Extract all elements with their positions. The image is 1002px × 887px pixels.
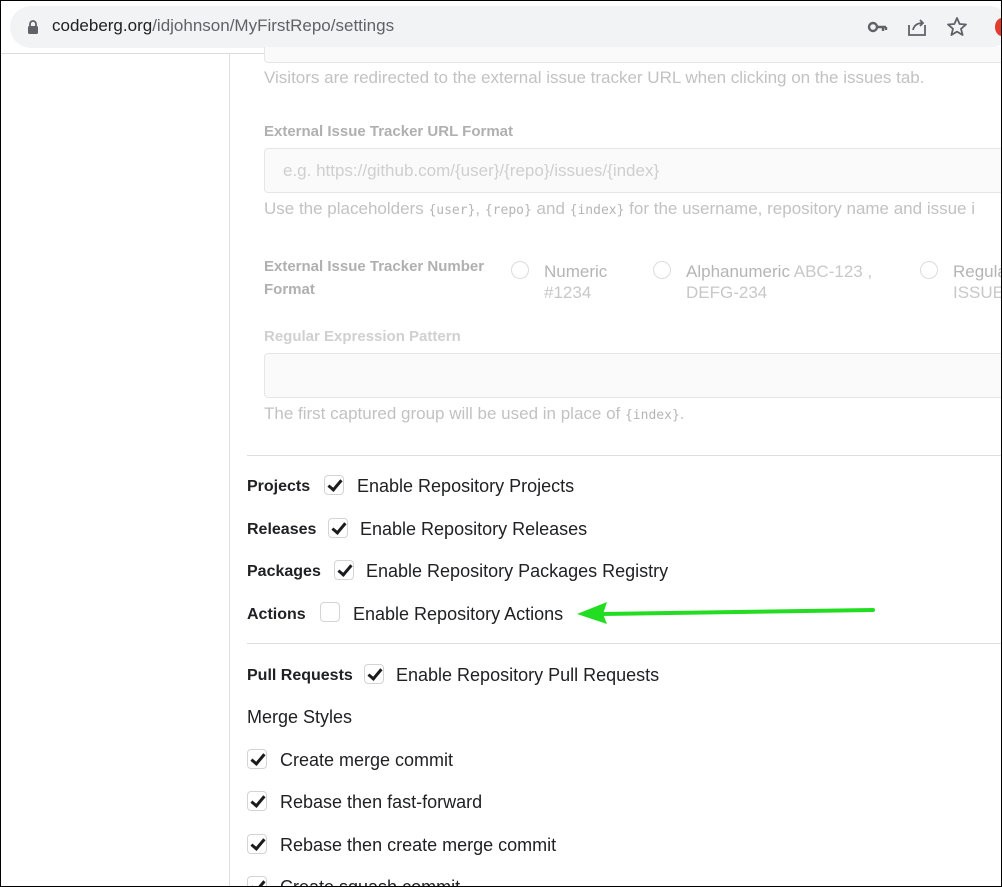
annotation-arrow: [577, 602, 875, 624]
numeric-radio[interactable]: [511, 261, 529, 279]
section-divider: [247, 455, 1001, 456]
regex-pattern-label: Regular Expression Pattern: [264, 328, 461, 345]
packages-label: Packages: [247, 563, 321, 580]
alphanumeric-radio[interactable]: [653, 261, 671, 279]
packages-checkbox-label[interactable]: Enable Repository Packages Registry: [366, 561, 668, 582]
releases-checkbox[interactable]: [328, 518, 348, 538]
code-index: {index}: [569, 203, 625, 218]
pull-requests-checkbox-label[interactable]: Enable Repository Pull Requests: [396, 665, 659, 686]
section-divider-2: [247, 643, 1001, 644]
code-user: {user}: [428, 203, 476, 218]
releases-label: Releases: [247, 521, 317, 538]
numeric-example: #1234: [544, 283, 592, 302]
projects-checkbox[interactable]: [324, 475, 344, 495]
number-format-label-line2: Format: [264, 281, 315, 298]
window-frame: codeberg.org/idjohnson/MyFirstRepo/setti…: [0, 0, 1002, 887]
regex-help-text: The first captured group will be used in…: [264, 404, 685, 424]
help-and: and: [531, 199, 570, 218]
actions-label: Actions: [247, 606, 306, 623]
help-text-end: for the username, repository name and is…: [624, 199, 976, 218]
regex-help-end: .: [679, 404, 685, 423]
alphanumeric-option[interactable]: Alphanumeric ABC-123 , DEFG-234: [686, 261, 872, 303]
packages-checkbox[interactable]: [334, 560, 354, 580]
projects-label: Projects: [247, 478, 311, 495]
lock-icon[interactable]: [27, 20, 39, 34]
url-host: codeberg.org: [52, 16, 153, 35]
regex-help-start: The first captured group will be used in…: [264, 404, 625, 423]
merge-commit-label[interactable]: Create merge commit: [280, 750, 453, 771]
url-format-placeholder: e.g. https://github.com/{user}/{repo}/is…: [283, 161, 660, 180]
url-path: /idjohnson/MyFirstRepo/settings: [152, 16, 395, 35]
extension-icon[interactable]: [995, 18, 1001, 36]
settings-content: Visitors are redirected to the external …: [1, 47, 1002, 886]
pull-requests-checkbox[interactable]: [364, 664, 384, 684]
redirect-help-text: Visitors are redirected to the external …: [264, 68, 925, 87]
regex-help-code: {index}: [624, 408, 680, 423]
rebase-ff-label[interactable]: Rebase then fast-forward: [280, 792, 482, 813]
rebase-merge-checkbox[interactable]: [247, 834, 267, 854]
rebase-ff-checkbox[interactable]: [247, 791, 267, 811]
code-repo: {repo}: [484, 203, 532, 218]
projects-checkbox-label[interactable]: Enable Repository Projects: [357, 476, 574, 497]
regexp-label: Regula: [953, 262, 1002, 281]
merge-styles-title: Merge Styles: [247, 707, 353, 727]
numeric-label: Numeric: [544, 262, 608, 281]
regexp-option[interactable]: Regula ISSUE-: [953, 261, 1002, 303]
share-icon[interactable]: [905, 15, 929, 39]
help-text-start: Use the placeholders: [264, 199, 429, 218]
number-format-label-line1: External Issue Tracker Number: [264, 258, 485, 275]
alphanumeric-example-1: ABC-123 ,: [793, 262, 873, 281]
key-icon[interactable]: [865, 15, 889, 39]
placeholders-help-text: Use the placeholders {user}, {repo} and …: [264, 199, 975, 219]
help-comma: ,: [475, 199, 485, 218]
releases-checkbox-label[interactable]: Enable Repository Releases: [360, 519, 587, 540]
pull-requests-label: Pull Requests: [247, 667, 353, 684]
url-text[interactable]: codeberg.org/idjohnson/MyFirstRepo/setti…: [52, 16, 394, 36]
regexp-example: ISSUE-: [953, 283, 1001, 302]
alphanumeric-example-2: DEFG-234: [686, 283, 768, 302]
regexp-radio[interactable]: [920, 261, 938, 279]
star-icon[interactable]: [945, 15, 969, 39]
rebase-merge-label[interactable]: Rebase then create merge commit: [280, 835, 556, 856]
alphanumeric-label: Alphanumeric: [686, 262, 790, 281]
actions-checkbox[interactable]: [320, 602, 340, 622]
numeric-option[interactable]: Numeric #1234: [544, 261, 607, 303]
squash-commit-label[interactable]: Create squash commit: [280, 877, 460, 886]
url-format-input[interactable]: e.g. https://github.com/{user}/{repo}/is…: [264, 148, 1001, 193]
tracker-url-input[interactable]: [264, 47, 1001, 63]
url-format-label: External Issue Tracker URL Format: [264, 123, 513, 140]
merge-commit-checkbox[interactable]: [247, 749, 267, 769]
squash-commit-checkbox[interactable]: [247, 876, 267, 886]
number-format-label: External Issue Tracker Number Format: [264, 258, 484, 298]
regex-pattern-input[interactable]: [264, 353, 1001, 398]
actions-checkbox-label[interactable]: Enable Repository Actions: [353, 604, 563, 625]
